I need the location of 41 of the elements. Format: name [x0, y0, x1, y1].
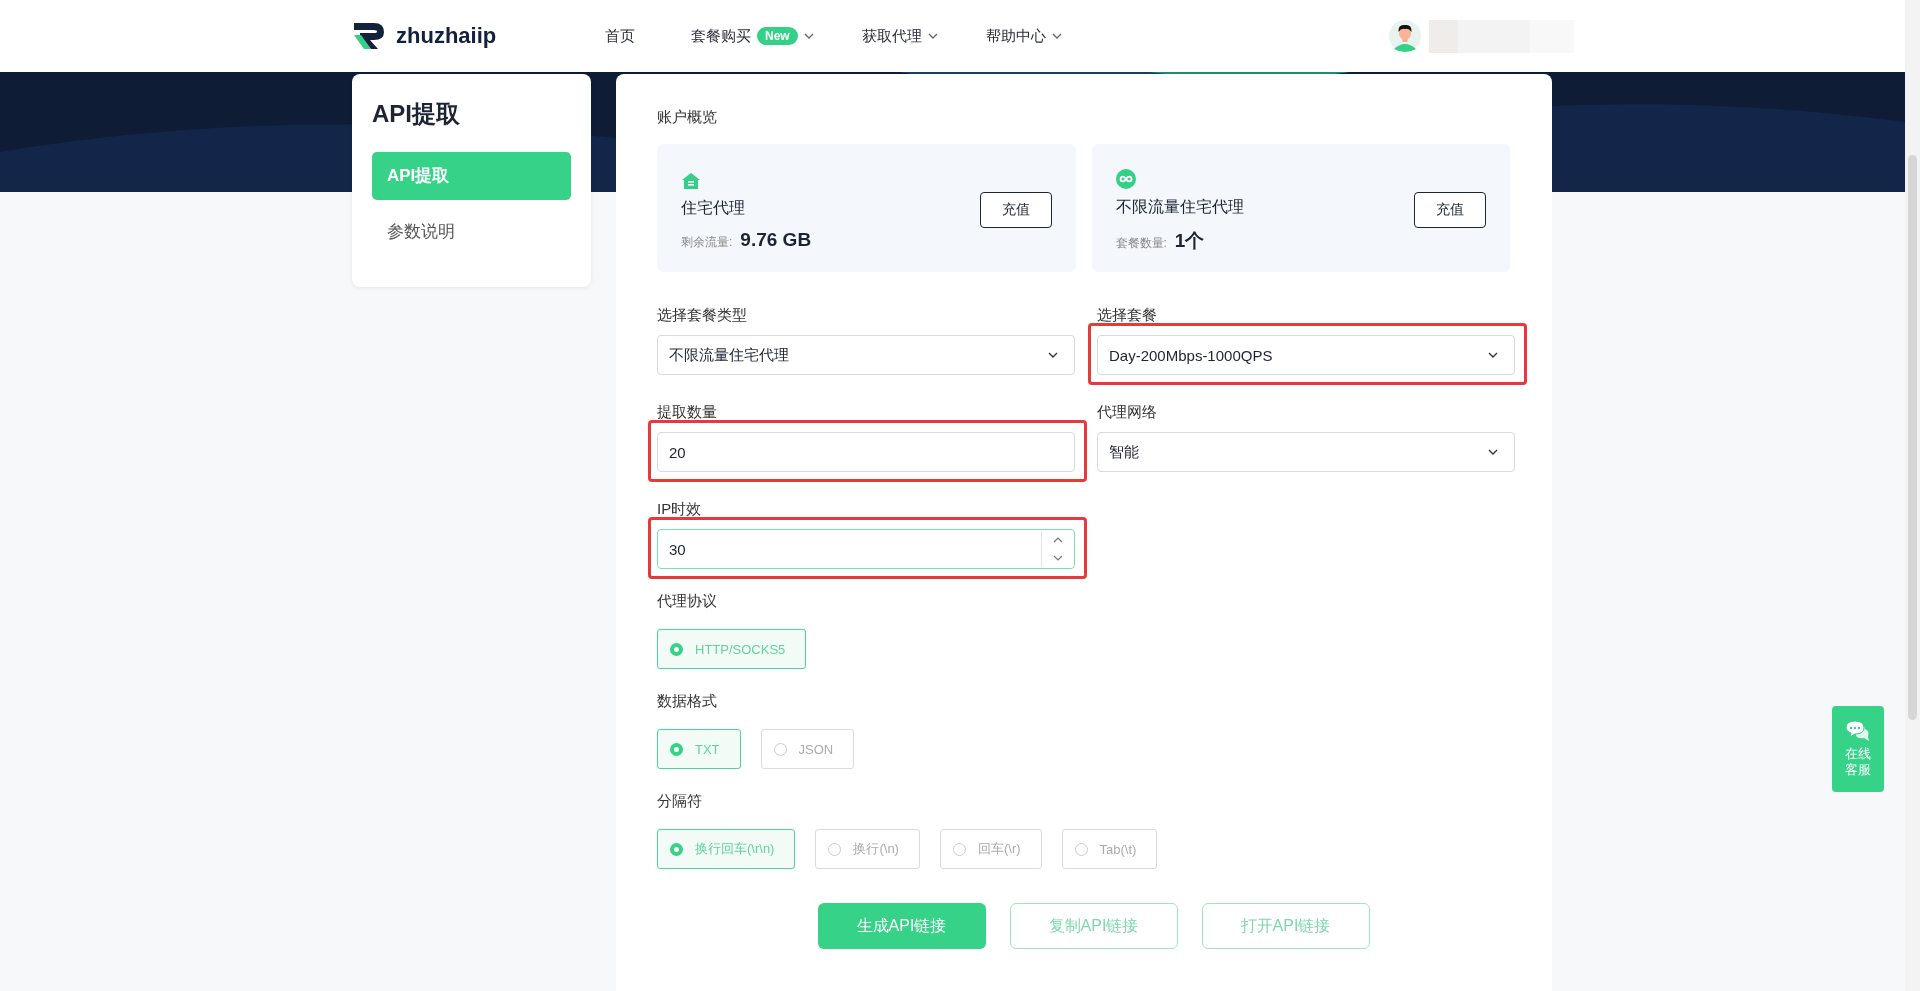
chevron-icon[interactable] — [803, 33, 814, 39]
chevron-icon — [1048, 352, 1058, 358]
new-badge: New — [757, 27, 798, 45]
chevron-icon[interactable] — [1051, 33, 1062, 39]
chevron-icon — [1488, 352, 1498, 358]
field-label: 数据格式 — [657, 692, 718, 711]
infinity-icon — [1115, 168, 1136, 189]
nav-link[interactable]: 帮助中心 — [985, 26, 1046, 46]
house-icon — [681, 171, 701, 190]
sidebar-title: API提取 — [372, 99, 460, 129]
stat-label: 剩余流量: — [681, 233, 733, 251]
chevron-icon — [1488, 449, 1498, 455]
card-title: 住宅代理 — [681, 197, 745, 218]
sidebar-item[interactable]: 参数说明 — [372, 207, 571, 255]
select-field[interactable]: 不限流量住宅代理 — [657, 335, 1075, 375]
recharge-button[interactable]: 充值 — [979, 192, 1052, 228]
input-field[interactable]: 20 — [657, 432, 1075, 472]
recharge-button[interactable]: 充值 — [1414, 192, 1486, 228]
stat-value: 9.76 GB — [740, 228, 812, 251]
field-label: 提取数量 — [657, 403, 718, 422]
chevron-icon[interactable] — [927, 33, 938, 39]
section-title: 账户概览 — [657, 108, 718, 127]
scrollbar[interactable] — [1905, 0, 1920, 991]
select-field[interactable]: Day-200Mbps-1000QPS — [1097, 335, 1515, 375]
logo-text[interactable]: zhuzhaiip — [396, 23, 497, 49]
nav-link[interactable]: 套餐购买 — [691, 26, 751, 46]
stat-value: 1个 — [1174, 228, 1205, 253]
field-label: 分隔符 — [657, 792, 703, 811]
field-label: IP时效 — [657, 500, 703, 519]
select-field[interactable]: 智能 — [1097, 432, 1515, 472]
field-label: 代理网络 — [1097, 403, 1158, 422]
card-title: 不限流量住宅代理 — [1115, 196, 1244, 217]
nav-link[interactable]: 首页 — [605, 26, 635, 46]
field-label: 选择套餐类型 — [657, 306, 748, 325]
stat-label: 套餐数量: — [1115, 234, 1167, 252]
field-label: 选择套餐 — [1097, 306, 1158, 325]
nav-link[interactable]: 获取代理 — [861, 26, 922, 46]
logo-icon[interactable] — [352, 21, 386, 51]
avatar-icon[interactable] — [1389, 20, 1421, 52]
field-label: 代理协议 — [657, 592, 718, 611]
chat-icon — [1845, 720, 1871, 742]
